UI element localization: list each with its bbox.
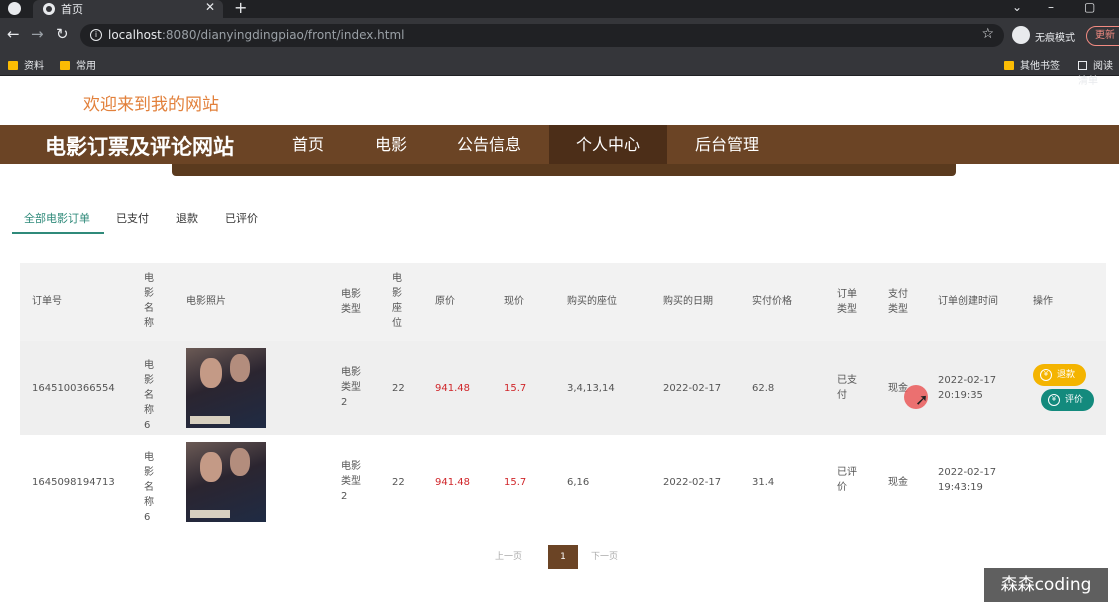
cell-order-no: 1645100366554 [32,383,115,394]
url-text: localhost:8080/dianyingdingpiao/front/in… [108,28,405,42]
site-brand: 电影订票及评论网站 [45,135,234,159]
browser-tab-strip: 首页 ✕ + ⌄ – ▢ [0,0,1119,18]
welcome-text: 欢迎来到我的网站 [83,95,219,115]
minimize-icon[interactable]: – [1048,0,1054,14]
cell-cur-price: 15.7 [504,383,527,394]
address-bar-row: ← → ↻ i localhost:8080/dianyingdingpiao/… [0,18,1119,52]
cell-created-date: 2022-02-17 [938,375,997,386]
cell-order-type: 已评价 [837,467,857,493]
tab-paid[interactable]: 已支付 [116,210,149,226]
update-button[interactable]: 更新 [1086,26,1119,46]
tab-title: 首页 [61,3,83,16]
cell-created-date: 2022-02-17 [938,467,997,478]
cell-movie-name: 电影名称6 [144,360,154,431]
url-input[interactable]: i localhost:8080/dianyingdingpiao/front/… [80,24,1004,47]
cell-movie-type: 电影类型2 [341,367,361,408]
folder-icon [8,61,18,70]
other-bookmarks[interactable]: 其他书签 [1004,57,1060,72]
reading-list-icon [1078,61,1087,70]
cell-created-time: 19:43:19 [938,482,983,493]
order-filter-tabs: 全部电影订单 已支付 退款 已评价 [12,206,412,234]
reload-icon[interactable]: ↻ [56,26,69,42]
pagination: 上一页 1 下一页 [495,545,635,569]
cell-date: 2022-02-17 [663,477,722,488]
tab-all-orders[interactable]: 全部电影订单 [24,210,90,226]
cell-pay-type: 现金 [888,477,908,488]
cell-seats: 6,16 [567,477,590,488]
cell-movie-seat: 22 [392,477,405,488]
cell-paid: 31.4 [752,477,775,488]
refund-button[interactable]: ¥ 退款 [1033,364,1086,386]
movie-poster[interactable] [186,348,266,428]
cell-paid: 62.8 [752,383,775,394]
header-cur-price: 现价 [504,296,524,307]
yen-icon: ¥ [1040,369,1052,381]
cell-orig-price: 941.48 [435,383,470,394]
tab-reviewed[interactable]: 已评价 [225,210,258,226]
header-movie-seat: 电影座位 [392,273,402,329]
yen-icon: ¥ [1048,394,1060,406]
nav-underbar [172,164,956,176]
bookmark-folder-ziliao[interactable]: 资料 [8,57,44,72]
cell-cur-price: 15.7 [504,477,527,488]
header-movie-type: 电影类型 [341,289,361,315]
nav-admin[interactable]: 后台管理 [680,125,774,164]
header-movie-name: 电影名称 [144,273,154,329]
review-button[interactable]: ¥ 评价 [1041,389,1094,411]
bookmarks-bar: 资料 常用 其他书签 阅读清单 [0,52,1119,87]
header-orig-price: 原价 [435,296,455,307]
cell-movie-seat: 22 [392,383,405,394]
main-nav: 电影订票及评论网站 首页 电影 公告信息 个人中心 后台管理 [0,125,1119,164]
incognito-label: 无痕模式 [1035,33,1075,44]
nav-movies[interactable]: 电影 [356,125,426,164]
nav-home[interactable]: 首页 [272,125,344,164]
cell-created-time: 20:19:35 [938,390,983,401]
cell-orig-price: 941.48 [435,477,470,488]
nav-announcements[interactable]: 公告信息 [440,125,538,164]
cell-date: 2022-02-17 [663,383,722,394]
header-seats: 购买的座位 [567,296,617,307]
folder-icon [1004,61,1014,70]
browser-menu-icon[interactable] [8,2,21,15]
bookmark-folder-changyong[interactable]: 常用 [60,57,96,72]
browser-tab[interactable]: 首页 ✕ [33,0,223,18]
table-row: 1645098194713 电影名称6 电影类型2 22 941.48 15.7… [20,435,1106,525]
bookmark-star-icon[interactable]: ☆ [981,26,994,42]
cell-movie-type: 电影类型2 [341,461,361,502]
site-info-icon[interactable]: i [90,29,102,41]
cell-order-no: 1645098194713 [32,477,115,488]
header-date: 购买的日期 [663,296,713,307]
globe-icon [43,3,55,15]
cell-order-type: 已支付 [837,375,857,401]
tab-search-icon[interactable]: ⌄ [1012,0,1022,14]
nav-personal-center[interactable]: 个人中心 [549,125,667,164]
table-header: 订单号 电影名称 电影照片 电影类型 电影座位 原价 现价 购买的座位 购买的日… [20,263,1106,341]
next-page-button[interactable]: 下一页 [591,545,618,569]
header-pay-type: 支付类型 [888,289,908,315]
active-tab-indicator [12,232,104,234]
header-movie-photo: 电影照片 [186,296,226,307]
header-created: 订单创建时间 [938,296,998,307]
cell-seats: 3,4,13,14 [567,383,615,394]
page-number-button[interactable]: 1 [548,545,578,569]
cell-movie-name: 电影名称6 [144,452,154,523]
mouse-cursor-icon: ➚ [915,390,929,409]
prev-page-button[interactable]: 上一页 [495,545,522,569]
table-row: 1645100366554 电影名称6 电影类型2 22 941.48 15.7… [20,341,1106,435]
new-tab-button[interactable]: + [234,0,247,17]
tab-close-icon[interactable]: ✕ [205,0,215,14]
header-action: 操作 [1033,296,1053,307]
incognito-icon [1012,26,1030,44]
folder-icon [60,61,70,70]
header-order-no: 订单号 [32,296,62,307]
restore-icon[interactable]: ▢ [1084,0,1095,14]
header-paid: 实付价格 [752,296,792,307]
watermark: 森森coding [984,568,1108,602]
tab-refund[interactable]: 退款 [176,210,198,226]
movie-poster[interactable] [186,442,266,522]
forward-icon[interactable]: → [31,26,44,42]
header-order-type: 订单类型 [837,289,857,315]
reading-list[interactable]: 阅读清单 [1078,57,1119,87]
back-icon[interactable]: ← [7,26,20,42]
